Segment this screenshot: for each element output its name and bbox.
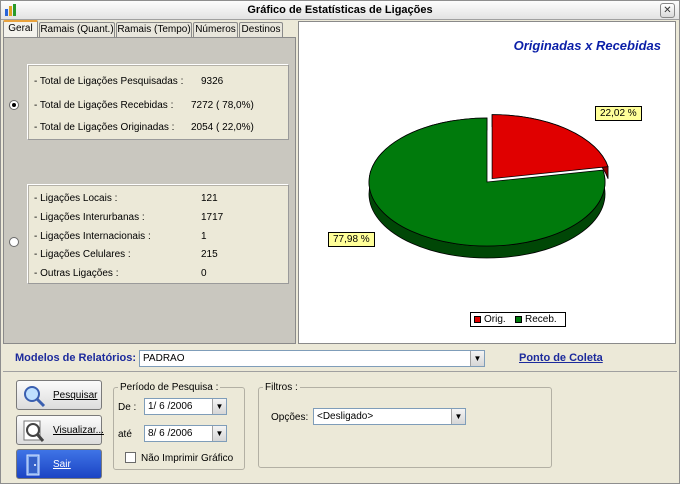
tab-geral[interactable]: Geral	[3, 20, 38, 37]
filters-legend: Filtros :	[265, 382, 298, 393]
view-button-label: Visualizar...	[53, 425, 104, 436]
summary-group: - Total de Ligações Pesquisadas : 9326 -…	[27, 64, 289, 140]
close-button[interactable]: ✕	[660, 3, 675, 18]
models-label: Modelos de Relatórios:	[15, 352, 137, 364]
models-select[interactable]: PADRAO ▼	[139, 350, 485, 367]
legend-swatch-orig	[474, 316, 481, 323]
view-button[interactable]: Visualizar...	[16, 415, 104, 445]
total-received-value: 7272 ( 78,0%)	[191, 100, 254, 111]
total-originated-label: - Total de Ligações Originadas :	[34, 122, 175, 133]
models-select-value: PADRAO	[143, 353, 185, 364]
ponto-de-coleta-link[interactable]: Ponto de Coleta	[519, 352, 603, 364]
international-value: 1	[201, 231, 207, 242]
legend-orig: Orig.	[484, 314, 506, 325]
mobile-calls-label: - Ligações Celulares :	[34, 249, 131, 260]
search-button-label: Pesquisar	[53, 390, 98, 401]
options-label: Opções:	[271, 412, 309, 423]
types-group: - Ligações Locais : 121 - Ligações Inter…	[27, 184, 289, 284]
pie-label-receb: 77,98 %	[328, 232, 375, 247]
local-calls-value: 121	[201, 193, 218, 204]
other-calls-label: - Outras Ligações :	[34, 268, 119, 279]
mobile-calls-value: 215	[201, 249, 218, 260]
exit-button[interactable]: Sair	[16, 449, 102, 479]
exit-door-icon	[26, 454, 40, 476]
filters-group: Filtros :	[258, 382, 552, 468]
general-panel: - Total de Ligações Pesquisadas : 9326 -…	[3, 37, 296, 344]
pie-label-orig: 22,02 %	[595, 106, 642, 121]
from-label: De :	[118, 402, 137, 413]
tab-numeros[interactable]: Números	[193, 22, 238, 37]
models-bar: Modelos de Relatórios: PADRAO ▼ Ponto de…	[3, 347, 677, 369]
legend-swatch-receb	[515, 316, 522, 323]
options-select-value: <Desligado>	[317, 411, 374, 422]
total-originated-value: 2054 ( 22,0%)	[191, 122, 254, 133]
window-title: Gráfico de Estatísticas de Ligações	[247, 4, 433, 16]
other-calls-value: 0	[201, 268, 207, 279]
total-searched-value: 9326	[201, 76, 224, 87]
legend-receb: Receb.	[525, 314, 557, 325]
no-print-chart-label: Não Imprimir Gráfico	[141, 453, 234, 464]
magnifier-icon	[24, 386, 46, 408]
to-date-value: 8/ 6 /2006	[148, 428, 193, 439]
to-label: até	[118, 429, 132, 440]
total-searched-label: - Total de Ligações Pesquisadas :	[34, 76, 184, 87]
local-calls-label: - Ligações Locais :	[34, 193, 118, 204]
long-distance-value: 1717	[201, 212, 224, 223]
chevron-down-icon[interactable]: ▼	[451, 409, 465, 424]
chevron-down-icon[interactable]: ▼	[212, 426, 226, 441]
tab-ramais-quant[interactable]: Ramais (Quant.)	[39, 22, 115, 37]
options-select[interactable]: <Desligado> ▼	[313, 408, 466, 425]
tab-ramais-tempo[interactable]: Ramais (Tempo)	[116, 22, 192, 37]
long-distance-label: - Ligações Interurbanas :	[34, 212, 145, 223]
total-received-label: - Total de Ligações Recebidas :	[34, 100, 174, 111]
chart-legend: Orig. Receb.	[470, 312, 566, 327]
pie-slice-orig	[491, 114, 609, 180]
exit-button-label: Sair	[53, 459, 71, 470]
title-bar: Gráfico de Estatísticas de Ligações ✕	[1, 1, 679, 20]
types-radio[interactable]	[9, 237, 19, 247]
period-legend: Período de Pesquisa :	[120, 382, 219, 393]
to-date-picker[interactable]: 8/ 6 /2006 ▼	[144, 425, 227, 442]
preview-icon	[23, 420, 45, 442]
from-date-picker[interactable]: 1/ 6 /2006 ▼	[144, 398, 227, 415]
international-label: - Ligações Internacionais :	[34, 231, 151, 242]
pie-chart	[368, 114, 609, 259]
summary-radio[interactable]	[9, 100, 19, 110]
bottom-panel: Pesquisar Visualizar... Sair Período de …	[3, 371, 677, 481]
chevron-down-icon[interactable]: ▼	[470, 351, 484, 366]
search-button[interactable]: Pesquisar	[16, 380, 102, 410]
no-print-chart-checkbox[interactable]	[125, 452, 136, 463]
from-date-value: 1/ 6 /2006	[148, 401, 193, 412]
chevron-down-icon[interactable]: ▼	[212, 399, 226, 414]
stats-window: Gráfico de Estatísticas de Ligações ✕ Ge…	[0, 0, 680, 484]
tab-destinos[interactable]: Destinos	[239, 22, 283, 37]
pie-chart-panel: Originadas x Recebidas 22,02 % 77,98 % O…	[298, 21, 676, 344]
